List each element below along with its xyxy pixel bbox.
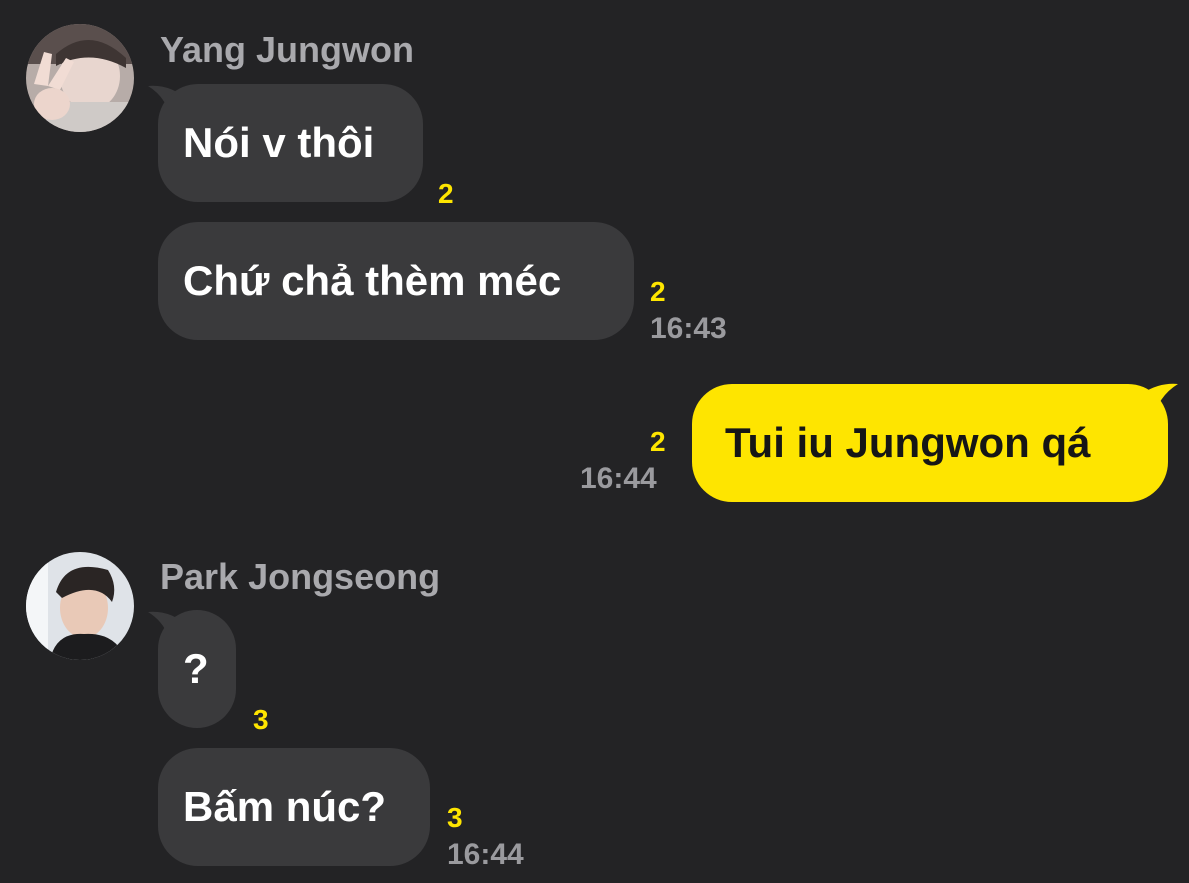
unread-count: 2 xyxy=(650,426,666,457)
message-bubble[interactable]: Bấm núc? xyxy=(158,748,430,866)
unread-count: 3 xyxy=(253,704,269,735)
sender-name: Yang Jungwon xyxy=(160,29,415,70)
sender-name: Park Jongseong xyxy=(160,556,441,597)
unread-count: 2 xyxy=(438,178,454,209)
message-bubble[interactable]: ? xyxy=(158,610,236,728)
message-timestamp: 16:43 xyxy=(650,312,727,345)
message-text: Chứ chả thèm méc xyxy=(183,257,562,304)
message-timestamp: 16:44 xyxy=(580,462,657,495)
avatar-yang-jungwon[interactable] xyxy=(26,24,134,132)
user-avatar-photo-icon xyxy=(26,24,134,132)
unread-count: 2 xyxy=(650,276,666,307)
message-text: Nói v thôi xyxy=(183,119,375,166)
message-text: ? xyxy=(183,645,209,692)
avatar-park-jongseong[interactable] xyxy=(26,552,134,660)
message-text: Tui iu Jungwon qá xyxy=(725,419,1091,466)
user-avatar-photo-icon xyxy=(26,552,134,660)
unread-count: 3 xyxy=(447,802,463,833)
message-bubble-outgoing[interactable]: Tui iu Jungwon qá xyxy=(692,384,1168,502)
message-bubble[interactable]: Nói v thôi xyxy=(158,84,423,202)
message-timestamp: 16:44 xyxy=(447,838,524,871)
message-bubble[interactable]: Chứ chả thèm méc xyxy=(158,222,634,340)
message-text: Bấm núc? xyxy=(183,783,387,830)
